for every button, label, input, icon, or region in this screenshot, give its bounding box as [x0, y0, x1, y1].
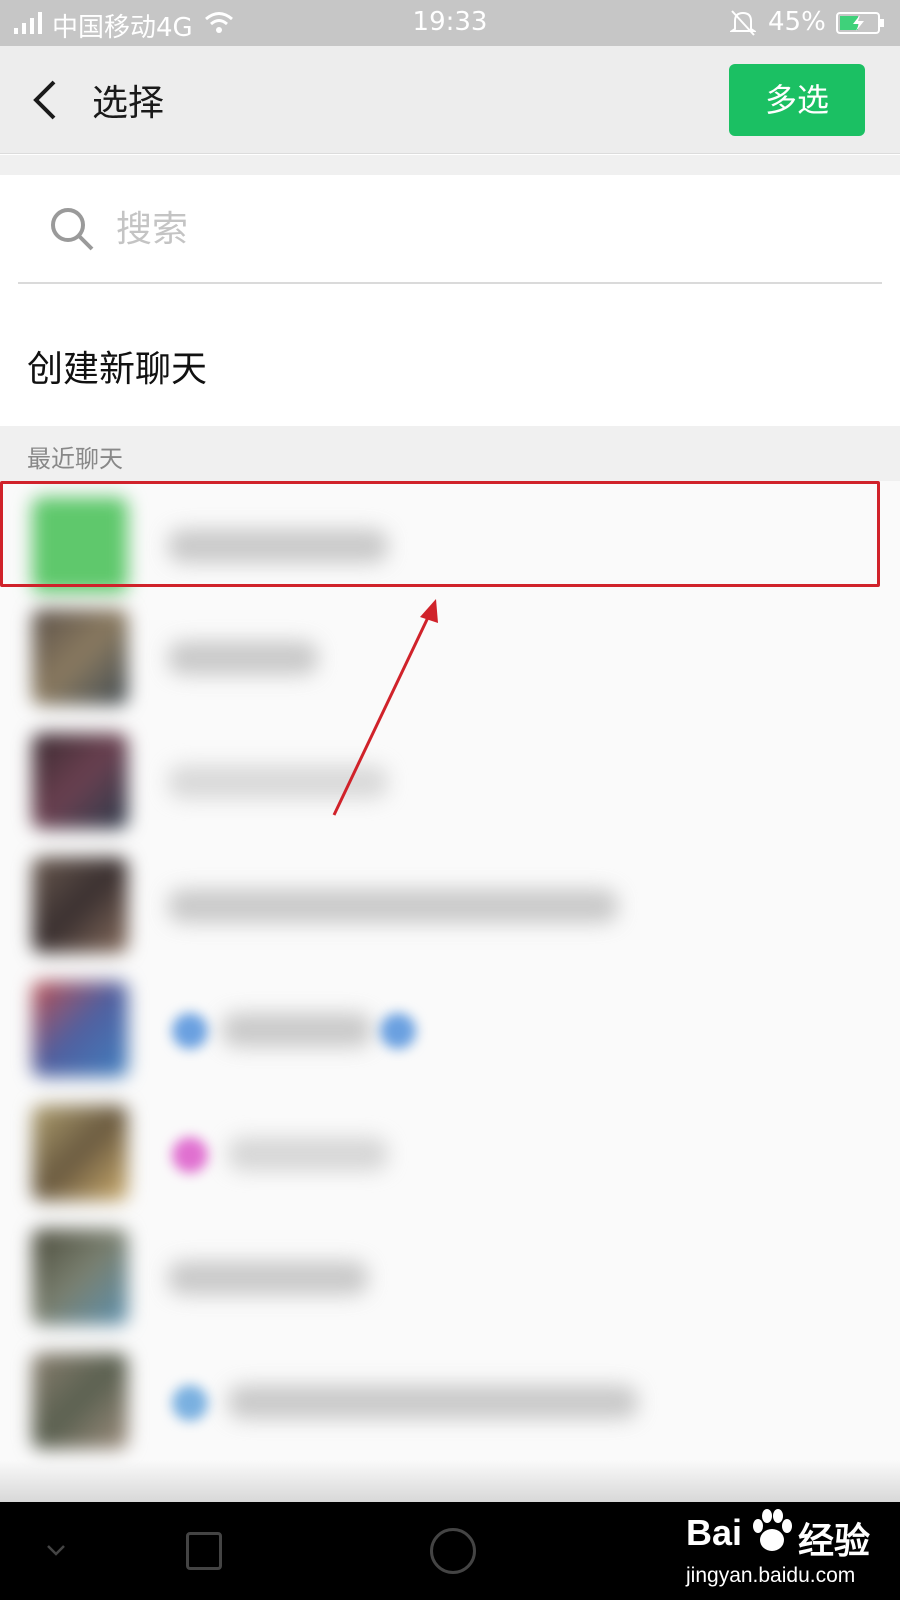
- mute-bell-icon: [730, 10, 756, 36]
- baidu-paw-icon: [753, 1509, 792, 1551]
- search-underline: [18, 282, 882, 284]
- blurred-emoji: [172, 1013, 208, 1049]
- search-bar: [0, 175, 900, 285]
- recent-apps-button[interactable]: [186, 1532, 222, 1570]
- chevron-down-icon[interactable]: [40, 1530, 72, 1570]
- home-button[interactable]: [430, 1528, 476, 1574]
- avatar: [32, 733, 128, 829]
- blurred-chat-name: [168, 641, 318, 675]
- blurred-emoji: [172, 1385, 208, 1421]
- list-item[interactable]: [0, 1213, 900, 1339]
- list-item[interactable]: [0, 1089, 900, 1215]
- search-icon: [51, 208, 94, 251]
- blurred-chat-name: [228, 1385, 638, 1419]
- avatar: [32, 1353, 128, 1449]
- search-input[interactable]: [116, 203, 816, 255]
- avatar: [32, 1105, 128, 1201]
- blurred-chat-name: [228, 1137, 388, 1171]
- list-item[interactable]: [0, 1337, 900, 1463]
- list-item[interactable]: [0, 841, 900, 967]
- blurred-chat-name: [168, 1261, 368, 1295]
- battery-charging-icon: [836, 12, 884, 34]
- annotation-arrow-icon: [332, 599, 438, 816]
- blurred-emoji: [172, 1137, 208, 1173]
- recent-chats-header: 最近聊天: [0, 426, 900, 481]
- divider-band: [0, 155, 900, 175]
- system-nav-bar: Bai 经验 jingyan.baidu.com: [0, 1502, 900, 1600]
- watermark-brand-left: Bai: [686, 1512, 743, 1553]
- watermark-brand-right: 经验: [798, 1520, 871, 1561]
- create-new-chat-label: 创建新聊天: [27, 349, 208, 390]
- status-bar: 中国移动4G 19:33 45%: [0, 0, 900, 46]
- blurred-chat-name: [222, 1013, 372, 1047]
- avatar: [32, 1229, 128, 1325]
- avatar: [32, 857, 128, 953]
- clock: 19:33: [412, 7, 488, 37]
- avatar: [32, 981, 128, 1077]
- blurred-emoji: [380, 1013, 416, 1049]
- multi-select-button[interactable]: 多选: [729, 64, 865, 136]
- recent-chats-title: 最近聊天: [27, 445, 123, 473]
- list-item[interactable]: [0, 965, 900, 1091]
- create-new-chat-item[interactable]: 创建新聊天: [0, 290, 900, 426]
- top-app-bar: 选择 多选: [0, 46, 900, 154]
- list-bottom-shadow: [0, 1460, 900, 1502]
- watermark-url: jingyan.baidu.com: [686, 1564, 856, 1587]
- baidu-watermark: Bai 经验 jingyan.baidu.com: [686, 1508, 886, 1596]
- battery-percent: 45%: [768, 7, 826, 37]
- page-title: 选择: [92, 83, 165, 124]
- highlight-box: [0, 481, 880, 587]
- blurred-chat-name: [168, 889, 618, 923]
- avatar: [32, 609, 128, 705]
- back-arrow-icon[interactable]: [22, 72, 72, 128]
